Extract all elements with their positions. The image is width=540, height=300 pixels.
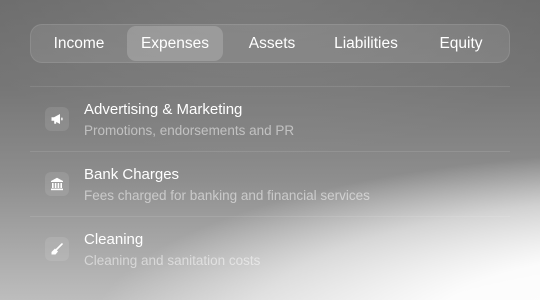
tab-assets[interactable]: Assets: [232, 26, 312, 61]
bank-icon: [45, 172, 69, 196]
category-title: Cleaning: [84, 231, 144, 248]
tab-income[interactable]: Income: [42, 26, 116, 61]
megaphone-icon: [45, 107, 69, 131]
category-item-advertising[interactable]: Advertising & Marketing Promotions, endo…: [30, 87, 510, 151]
category-title: Bank Charges: [84, 166, 180, 183]
category-item-cleaning[interactable]: Cleaning Cleaning and sanitation costs: [30, 217, 510, 281]
tab-expenses[interactable]: Expenses: [127, 26, 223, 61]
account-type-tabs: Income Expenses Assets Liabilities Equit…: [30, 24, 510, 63]
tab-equity[interactable]: Equity: [423, 26, 499, 61]
category-description: Promotions, endorsements and PR: [84, 123, 295, 138]
category-title: Advertising & Marketing: [84, 101, 243, 118]
tab-liabilities[interactable]: Liabilities: [321, 26, 411, 61]
category-description: Fees charged for banking and financial s…: [84, 188, 370, 203]
category-item-bank-charges[interactable]: Bank Charges Fees charged for banking an…: [30, 152, 510, 216]
broom-icon: [45, 237, 69, 261]
category-description: Cleaning and sanitation costs: [84, 253, 261, 268]
